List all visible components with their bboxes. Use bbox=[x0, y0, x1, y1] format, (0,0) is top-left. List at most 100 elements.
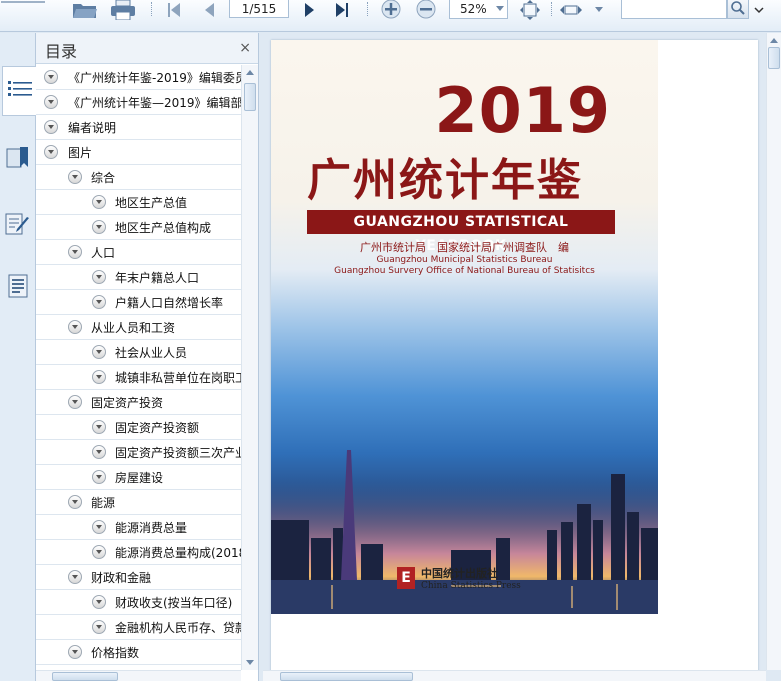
outline-item[interactable]: 固定资产投资额三次产业 bbox=[36, 440, 241, 465]
expand-toggle-icon[interactable] bbox=[68, 395, 82, 409]
outline-item-label: 固定资产投资 bbox=[91, 396, 164, 410]
outline-item[interactable]: 能源消费总量构成(2018 bbox=[36, 540, 241, 565]
expand-toggle-icon[interactable] bbox=[92, 270, 106, 284]
previous-page-icon bbox=[203, 2, 215, 18]
expand-toggle-icon[interactable] bbox=[44, 95, 58, 109]
outline-item-label: 能源消费总量 bbox=[115, 521, 188, 535]
expand-toggle-icon[interactable] bbox=[92, 195, 106, 209]
outline-item[interactable]: 人口 bbox=[36, 240, 241, 265]
sidebar-toggle-button[interactable] bbox=[0, 0, 46, 20]
expand-toggle-icon[interactable] bbox=[92, 370, 106, 384]
expand-toggle-icon[interactable] bbox=[92, 220, 106, 234]
first-page-button[interactable] bbox=[164, 0, 184, 20]
next-page-button[interactable] bbox=[300, 0, 320, 20]
expand-toggle-icon[interactable] bbox=[92, 520, 106, 534]
tab-bookmarks[interactable] bbox=[2, 135, 34, 185]
scroll-up-icon[interactable] bbox=[770, 38, 778, 43]
expand-toggle-icon[interactable] bbox=[92, 420, 106, 434]
scroll-up-icon[interactable] bbox=[246, 70, 254, 75]
cover-year: 2019 bbox=[434, 74, 611, 147]
document-vertical-scrollbar[interactable] bbox=[766, 33, 781, 670]
zoom-out-button[interactable] bbox=[414, 0, 438, 20]
expand-toggle-icon[interactable] bbox=[68, 645, 82, 659]
outline-item[interactable]: 城镇非私营单位在岗职工 bbox=[36, 365, 241, 390]
fit-page-button[interactable] bbox=[518, 0, 542, 20]
outline-item[interactable]: 房屋建设 bbox=[36, 465, 241, 490]
outline-item[interactable]: 从业人员和工资 bbox=[36, 315, 241, 340]
outline-item[interactable]: 地区生产总值构成 bbox=[36, 215, 241, 240]
outline-panel-header: 目录 × bbox=[36, 33, 258, 64]
last-page-button[interactable] bbox=[332, 0, 352, 20]
view-options-dropdown[interactable] bbox=[592, 0, 606, 20]
outline-item-label: 年末户籍总人口 bbox=[115, 271, 200, 285]
chevron-down-icon bbox=[495, 1, 505, 17]
scroll-thumb[interactable] bbox=[280, 672, 413, 681]
outline-vertical-scrollbar[interactable] bbox=[241, 65, 258, 670]
outline-item[interactable]: 户籍人口自然增长率 bbox=[36, 290, 241, 315]
last-page-icon bbox=[335, 2, 349, 18]
outline-item[interactable]: 能源消费总量 bbox=[36, 515, 241, 540]
expand-toggle-icon[interactable] bbox=[68, 320, 82, 334]
expand-toggle-icon[interactable] bbox=[92, 295, 106, 309]
fit-width-button[interactable] bbox=[559, 0, 583, 20]
search-input[interactable] bbox=[621, 0, 727, 19]
scroll-thumb[interactable] bbox=[768, 47, 780, 69]
outline-item[interactable]: 《广州统计年鉴-2019》编辑委员 bbox=[36, 65, 241, 90]
scroll-thumb[interactable] bbox=[52, 672, 118, 681]
expand-toggle-icon[interactable] bbox=[92, 595, 106, 609]
tab-outline[interactable] bbox=[2, 66, 37, 116]
expand-toggle-icon[interactable] bbox=[68, 570, 82, 584]
outline-item[interactable]: 财政和金融 bbox=[36, 565, 241, 590]
print-button[interactable] bbox=[108, 0, 138, 20]
outline-item[interactable]: 《广州统计年鉴—2019》编辑部 bbox=[36, 90, 241, 115]
toolbar: 1/515 52% bbox=[0, 0, 781, 32]
document-horizontal-scrollbar[interactable] bbox=[263, 670, 766, 681]
expand-toggle-icon[interactable] bbox=[44, 70, 58, 84]
toolbar-separator bbox=[551, 2, 552, 16]
outline-item-label: 《广州统计年鉴—2019》编辑部 bbox=[68, 96, 241, 110]
scroll-down-icon[interactable] bbox=[246, 660, 254, 665]
expand-toggle-icon[interactable] bbox=[92, 445, 106, 459]
expand-toggle-icon[interactable] bbox=[44, 120, 58, 134]
outline-item-label: 从业人员和工资 bbox=[91, 321, 176, 335]
scroll-thumb[interactable] bbox=[244, 83, 256, 111]
expand-toggle-icon[interactable] bbox=[92, 470, 106, 484]
cover-publisher-english-2: Guangzhou Survery Office of National Bur… bbox=[334, 266, 595, 276]
outline-item[interactable]: 综合 bbox=[36, 165, 241, 190]
expand-toggle-icon[interactable] bbox=[92, 620, 106, 634]
previous-page-button[interactable] bbox=[199, 0, 219, 20]
bookmark-icon bbox=[6, 147, 30, 173]
tab-thumbnails[interactable] bbox=[2, 263, 34, 313]
outline-item[interactable]: 固定资产投资额 bbox=[36, 415, 241, 440]
outline-item[interactable]: 地区生产总值 bbox=[36, 190, 241, 215]
zoom-in-button[interactable] bbox=[379, 0, 403, 20]
close-icon[interactable]: × bbox=[239, 40, 251, 56]
zoom-select[interactable]: 52% bbox=[449, 0, 508, 19]
outline-item[interactable]: 价格指数 bbox=[36, 640, 241, 665]
outline-item[interactable]: 社会从业人员 bbox=[36, 340, 241, 365]
outline-item[interactable]: 财政收支(按当年口径) bbox=[36, 590, 241, 615]
outline-item[interactable]: 编者说明 bbox=[36, 115, 241, 140]
open-folder-button[interactable] bbox=[70, 0, 100, 20]
book-cover: 2019 广州统计年鉴 GUANGZHOU STATISTICAL YEARBO… bbox=[271, 40, 658, 614]
tab-annotations[interactable] bbox=[2, 201, 34, 251]
search-options-dropdown[interactable] bbox=[752, 0, 766, 20]
outline-horizontal-scrollbar[interactable] bbox=[36, 670, 241, 681]
expand-toggle-icon[interactable] bbox=[68, 245, 82, 259]
outline-item[interactable]: 图片 bbox=[36, 140, 241, 165]
expand-toggle-icon[interactable] bbox=[68, 495, 82, 509]
search-button[interactable] bbox=[727, 0, 749, 19]
outline-item-label: 房屋建设 bbox=[115, 471, 164, 485]
outline-item[interactable]: 固定资产投资 bbox=[36, 390, 241, 415]
page-number-input[interactable]: 1/515 bbox=[229, 0, 289, 18]
expand-toggle-icon[interactable] bbox=[92, 545, 106, 559]
fit-width-icon bbox=[560, 4, 582, 16]
outline-item-label: 人口 bbox=[91, 246, 116, 260]
expand-toggle-icon[interactable] bbox=[68, 170, 82, 184]
outline-item[interactable]: 能源 bbox=[36, 490, 241, 515]
expand-toggle-icon[interactable] bbox=[92, 345, 106, 359]
expand-toggle-icon[interactable] bbox=[44, 145, 58, 159]
document-viewport[interactable]: 2019 广州统计年鉴 GUANGZHOU STATISTICAL YEARBO… bbox=[263, 33, 766, 680]
outline-item[interactable]: 金融机构人民币存、贷款 bbox=[36, 615, 241, 640]
outline-item[interactable]: 年末户籍总人口 bbox=[36, 265, 241, 290]
